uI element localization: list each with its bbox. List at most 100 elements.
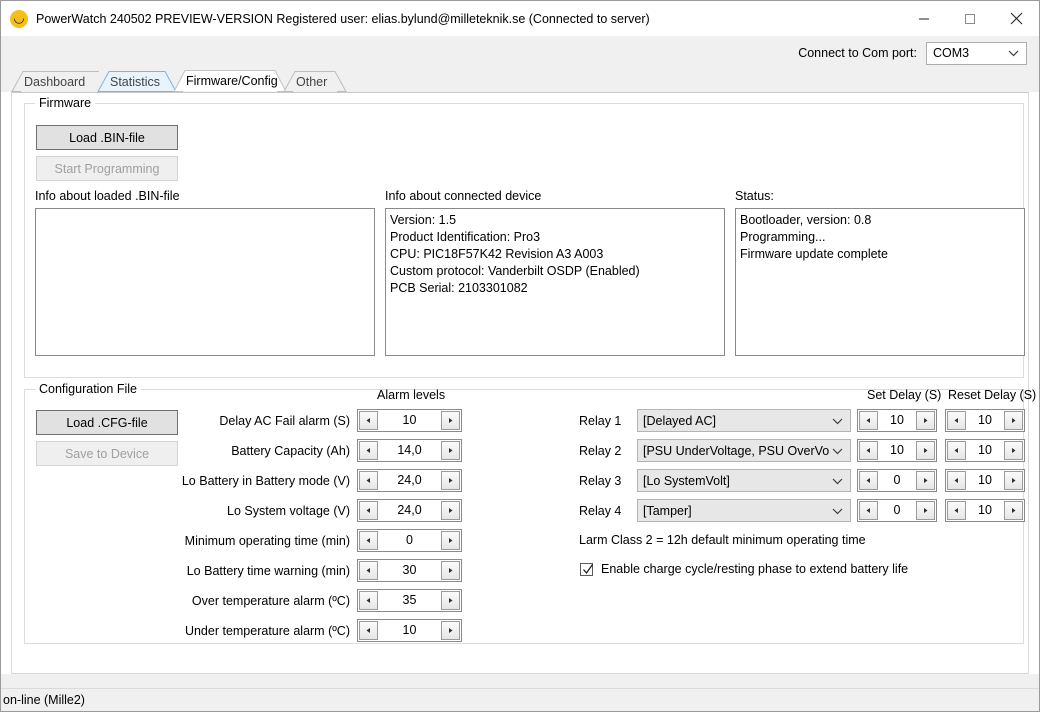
save-to-device-button[interactable]: Save to Device [36, 441, 178, 466]
alarm-level-spinner[interactable]: 0 [357, 529, 462, 552]
spinner-left-arrow-icon[interactable] [859, 501, 878, 520]
spinner-left-arrow-icon[interactable] [359, 561, 378, 580]
alarm-level-spinner[interactable]: 35 [357, 589, 462, 612]
alarm-level-label: Delay AC Fail alarm (S) [172, 414, 350, 428]
comport-select[interactable]: COM3 [926, 42, 1027, 65]
spinner-left-arrow-icon[interactable] [947, 471, 966, 490]
relay-function-select[interactable]: [Tamper] [637, 499, 851, 522]
minimize-icon[interactable] [901, 1, 947, 36]
relay-set-delay-spinner[interactable]: 10 [857, 439, 937, 462]
alarm-level-label: Lo Battery in Battery mode (V) [172, 474, 350, 488]
relay-reset-delay-spinner[interactable]: 10 [945, 469, 1025, 492]
close-icon[interactable] [993, 1, 1039, 36]
load-cfg-file-button[interactable]: Load .CFG-file [36, 410, 178, 435]
alarm-level-spinner[interactable]: 14,0 [357, 439, 462, 462]
spinner-right-arrow-icon[interactable] [1004, 411, 1023, 430]
device-info-content: Version: 1.5Product Identification: Pro3… [390, 212, 720, 297]
spinner-right-arrow-icon[interactable] [916, 411, 935, 430]
alarm-level-spinner[interactable]: 30 [357, 559, 462, 582]
spinner-left-arrow-icon[interactable] [359, 441, 378, 460]
spinner-right-arrow-icon[interactable] [916, 471, 935, 490]
alarm-level-spinner[interactable]: 24,0 [357, 469, 462, 492]
load-bin-file-button[interactable]: Load .BIN-file [36, 125, 178, 150]
chevron-down-icon [832, 474, 843, 488]
alarm-level-label: Lo Battery time warning (min) [172, 564, 350, 578]
tab-label: Dashboard [24, 75, 85, 89]
maximize-icon[interactable] [947, 1, 993, 36]
spinner-right-arrow-icon[interactable] [441, 411, 460, 430]
status-content: Bootloader, version: 0.8Programming...Fi… [740, 212, 1020, 263]
reset-delay-header: Reset Delay (S) [948, 388, 1036, 402]
window-controls [901, 1, 1039, 36]
alarm-level-spinner[interactable]: 24,0 [357, 499, 462, 522]
application-window: ◡ PowerWatch 240502 PREVIEW-VERSION Regi… [0, 0, 1040, 712]
spinner-left-arrow-icon[interactable] [359, 531, 378, 550]
relay-set-delay-spinner[interactable]: 0 [857, 469, 937, 492]
bin-info-textbox[interactable] [35, 208, 375, 356]
alarm-level-spinner-value: 10 [378, 621, 441, 640]
spinner-right-arrow-icon[interactable] [916, 501, 935, 520]
tab-dashboard[interactable]: Dashboard [11, 71, 101, 92]
relay-function-select[interactable]: [PSU UnderVoltage, PSU OverVolta [637, 439, 851, 462]
relay-function-value: [Tamper] [643, 504, 829, 518]
spinner-left-arrow-icon[interactable] [359, 591, 378, 610]
relay-set-delay-spinner[interactable]: 0 [857, 499, 937, 522]
enable-charge-cycle-checkbox[interactable] [580, 563, 593, 576]
set-delay-header: Set Delay (S) [867, 388, 941, 402]
relay-label: Relay 2 [579, 444, 621, 458]
alarm-level-label: Minimum operating time (min) [172, 534, 350, 548]
relay-reset-delay-spinner[interactable]: 10 [945, 409, 1025, 432]
tab-firmware-config[interactable]: Firmware/Config [173, 70, 287, 92]
spinner-right-arrow-icon[interactable] [441, 501, 460, 520]
spinner-right-arrow-icon[interactable] [1004, 471, 1023, 490]
relay-label: Relay 4 [579, 504, 621, 518]
alarm-level-spinner-value: 35 [378, 591, 441, 610]
alarm-level-spinner-value: 24,0 [378, 501, 441, 520]
device-info-textbox[interactable]: Version: 1.5Product Identification: Pro3… [385, 208, 725, 356]
spinner-right-arrow-icon[interactable] [1004, 441, 1023, 460]
spinner-left-arrow-icon[interactable] [359, 501, 378, 520]
spinner-left-arrow-icon[interactable] [859, 471, 878, 490]
tab-label: Other [296, 75, 327, 89]
spinner-left-arrow-icon[interactable] [359, 621, 378, 640]
spinner-left-arrow-icon[interactable] [947, 441, 966, 460]
spinner-right-arrow-icon[interactable] [441, 621, 460, 640]
status-textbox[interactable]: Bootloader, version: 0.8Programming...Fi… [735, 208, 1025, 356]
spinner-left-arrow-icon[interactable] [859, 441, 878, 460]
alarm-level-label: Battery Capacity (Ah) [172, 444, 350, 458]
tab-statistics[interactable]: Statistics [97, 71, 177, 92]
relay-reset-delay-spinner-value: 10 [966, 411, 1004, 430]
spinner-right-arrow-icon[interactable] [441, 471, 460, 490]
relay-function-select[interactable]: [Lo SystemVolt] [637, 469, 851, 492]
relay-set-delay-spinner-value: 0 [878, 471, 916, 490]
spinner-left-arrow-icon[interactable] [359, 411, 378, 430]
alarm-level-spinner[interactable]: 10 [357, 619, 462, 642]
window-title: PowerWatch 240502 PREVIEW-VERSION Regist… [36, 12, 650, 26]
spinner-left-arrow-icon[interactable] [947, 411, 966, 430]
relay-reset-delay-spinner[interactable]: 10 [945, 499, 1025, 522]
alarm-level-spinner-value: 14,0 [378, 441, 441, 460]
bin-info-label: Info about loaded .BIN-file [35, 189, 180, 203]
relay-function-select[interactable]: [Delayed AC] [637, 409, 851, 432]
spinner-right-arrow-icon[interactable] [441, 561, 460, 580]
status-line: Bootloader, version: 0.8 [740, 212, 1020, 229]
alarm-levels-header: Alarm levels [377, 388, 445, 402]
relay-reset-delay-spinner[interactable]: 10 [945, 439, 1025, 462]
spinner-right-arrow-icon[interactable] [441, 531, 460, 550]
comport-row: Connect to Com port: COM3 [1, 36, 1039, 70]
spinner-right-arrow-icon[interactable] [441, 591, 460, 610]
relay-function-value: [Lo SystemVolt] [643, 474, 829, 488]
device-info-line: CPU: PIC18F57K42 Revision A3 A003 [390, 246, 720, 263]
spinner-right-arrow-icon[interactable] [916, 441, 935, 460]
tab-other[interactable]: Other [283, 71, 347, 92]
spinner-right-arrow-icon[interactable] [441, 441, 460, 460]
alarm-level-spinner[interactable]: 10 [357, 409, 462, 432]
relay-set-delay-spinner[interactable]: 10 [857, 409, 937, 432]
spinner-right-arrow-icon[interactable] [1004, 501, 1023, 520]
spinner-left-arrow-icon[interactable] [947, 501, 966, 520]
start-programming-button[interactable]: Start Programming [36, 156, 178, 181]
spinner-left-arrow-icon[interactable] [359, 471, 378, 490]
alarm-level-label: Lo System voltage (V) [172, 504, 350, 518]
enable-charge-cycle-row[interactable]: Enable charge cycle/resting phase to ext… [580, 562, 908, 576]
spinner-left-arrow-icon[interactable] [859, 411, 878, 430]
